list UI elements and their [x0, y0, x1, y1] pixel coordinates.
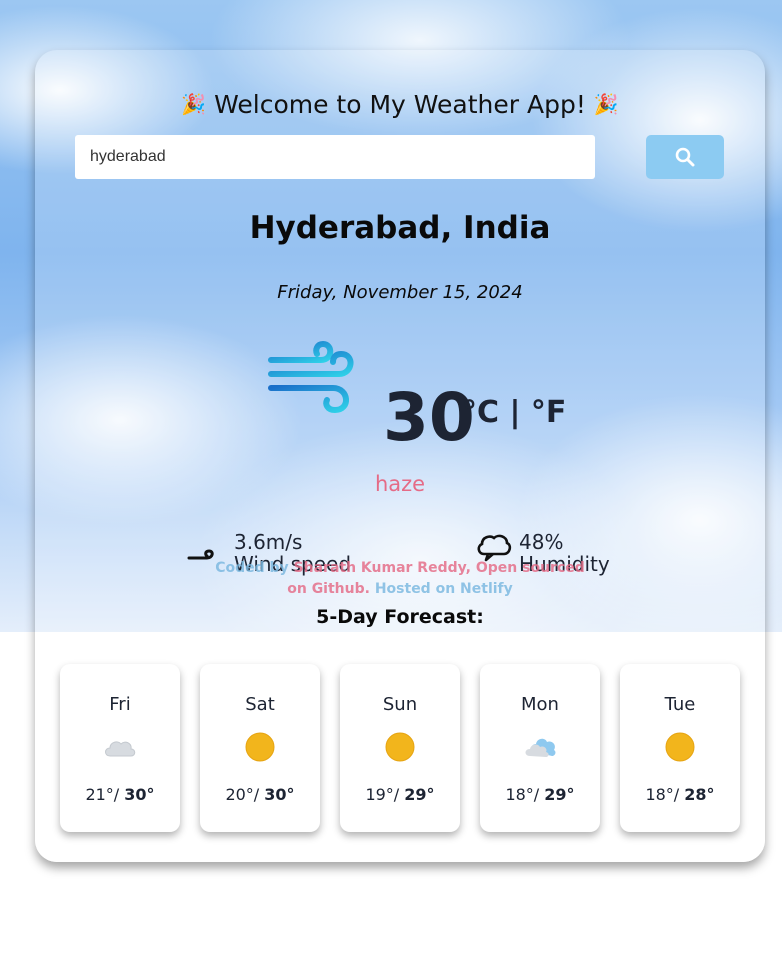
forecast-max: 30° — [264, 785, 295, 804]
forecast-day: Tue — [664, 694, 696, 715]
current-date: Friday, November 15, 2024 — [277, 282, 523, 303]
party-icon: 🎉 — [181, 92, 207, 116]
city-name: Hyderabad, India — [249, 210, 551, 246]
app-title-text: Welcome to My Weather App! — [214, 90, 586, 119]
forecast-max: 28° — [684, 785, 715, 804]
wind-icon — [268, 340, 354, 414]
forecast-card: Fri 21°/ 30° — [60, 664, 180, 832]
search-input[interactable] — [75, 135, 595, 179]
forecast-day: Mon — [521, 694, 559, 715]
forecast-day: Sun — [382, 694, 418, 715]
forecast-card: Tue 18°/ 28° — [620, 664, 740, 832]
temperature-units[interactable]: °C | °F — [462, 395, 566, 430]
sun-icon — [245, 732, 275, 762]
forecast-min: 18°/ — [645, 785, 680, 804]
wind-speed-value: 3.6m/s — [234, 530, 303, 554]
cloud-sun-icon — [525, 738, 556, 757]
forecast-min: 20°/ — [225, 785, 260, 804]
forecast-day: Sat — [245, 694, 275, 715]
weather-card: 🎉 Welcome to My Weather App! 🎉 Hyderabad… — [35, 50, 765, 862]
forecast-title: 5-Day Forecast: — [316, 606, 484, 628]
forecast-temp: 18°/ 28° — [620, 785, 740, 804]
humidity-value: 48% — [519, 530, 564, 554]
weather-description: haze — [374, 472, 426, 496]
forecast-card: Mon 18°/ 29° — [480, 664, 600, 832]
forecast-temp: 21°/ 30° — [60, 785, 180, 804]
credit-line: Coded by Sharath Kumar Reddy, Open sourc… — [215, 558, 585, 600]
sun-icon — [665, 732, 695, 762]
forecast-min: 19°/ — [365, 785, 400, 804]
forecast-card: Sat 20°/ 30° — [200, 664, 320, 832]
search-icon — [675, 147, 695, 167]
party-icon: 🎉 — [593, 92, 619, 116]
github-link[interactable]: Github. — [312, 581, 370, 597]
wind-speed-icon — [187, 549, 214, 560]
author-link[interactable]: Sharath Kumar Reddy, — [294, 560, 471, 576]
cloud-icon — [105, 741, 136, 757]
app-title: 🎉 Welcome to My Weather App! 🎉 — [35, 90, 765, 119]
sun-icon — [385, 732, 415, 762]
forecast-temp: 19°/ 29° — [340, 785, 460, 804]
forecast-temp: 20°/ 30° — [200, 785, 320, 804]
forecast-max: 30° — [124, 785, 155, 804]
forecast-max: 29° — [544, 785, 575, 804]
forecast-min: 21°/ — [85, 785, 120, 804]
netlify-link[interactable]: Hosted on Netlify — [375, 581, 513, 597]
forecast-max: 29° — [404, 785, 435, 804]
forecast-day: Fri — [109, 694, 131, 715]
forecast-temp: 18°/ 29° — [480, 785, 600, 804]
search-button[interactable] — [646, 135, 724, 179]
forecast-card: Sun 19°/ 29° — [340, 664, 460, 832]
forecast-min: 18°/ — [505, 785, 540, 804]
credit-coded-by: Coded by — [215, 560, 289, 576]
